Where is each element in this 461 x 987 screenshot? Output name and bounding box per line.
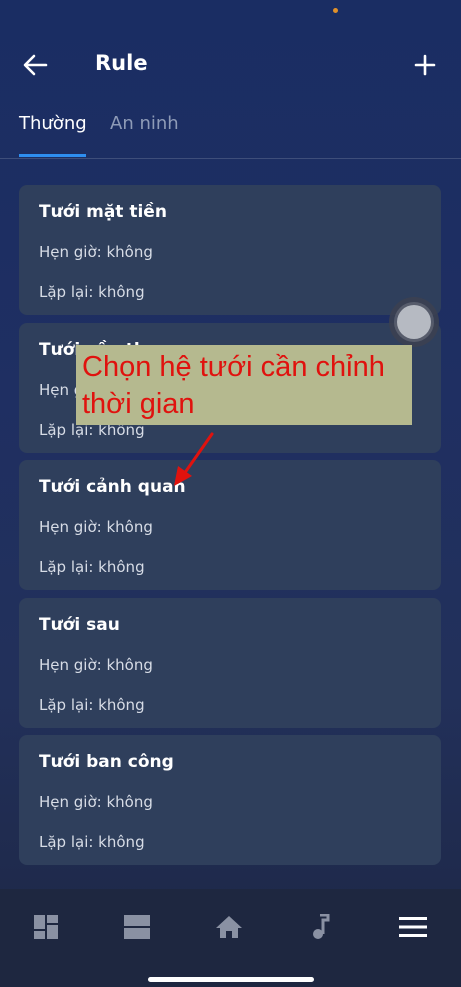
- music-note-icon: [313, 914, 330, 939]
- view-list-icon: [124, 915, 150, 939]
- nav-dashboard[interactable]: [26, 907, 66, 947]
- nav-music[interactable]: [300, 907, 340, 947]
- rule-repeat: Lặp lại: không: [39, 283, 145, 301]
- nav-home[interactable]: [209, 907, 249, 947]
- home-indicator[interactable]: [148, 977, 314, 982]
- active-tab-indicator: [19, 154, 86, 157]
- rule-timer: Hẹn giờ: không: [39, 793, 153, 811]
- annotation-arrow-icon: [174, 432, 214, 486]
- instruction-callout: Chọn hệ tưới cần chỉnh thời gian: [76, 345, 412, 425]
- tab-normal[interactable]: Thường: [19, 113, 87, 134]
- rule-timer: Hẹn giờ: không: [39, 518, 153, 536]
- nav-menu[interactable]: [393, 907, 433, 947]
- rule-card[interactable]: Tưới ban công Hẹn giờ: không Lặp lại: kh…: [19, 735, 441, 865]
- page-title: Rule: [95, 51, 148, 75]
- tab-divider: [0, 158, 461, 159]
- rule-timer: Hẹn giờ: không: [39, 243, 153, 261]
- rule-timer: Hẹn giờ: không: [39, 656, 153, 674]
- rule-card[interactable]: Tưới cảnh quan Hẹn giờ: không Lặp lại: k…: [19, 460, 441, 590]
- home-icon: [216, 916, 242, 938]
- dashboard-icon: [34, 915, 58, 939]
- rule-repeat: Lặp lại: không: [39, 558, 145, 576]
- rule-name: Tưới cảnh quan: [39, 477, 186, 497]
- tab-bar: Thường An ninh: [0, 105, 461, 161]
- menu-icon: [399, 917, 427, 937]
- plus-icon: [414, 54, 436, 76]
- status-indicator-dot: [333, 8, 338, 13]
- nav-view-list[interactable]: [117, 907, 157, 947]
- app-header: Rule: [0, 40, 461, 90]
- rule-repeat: Lặp lại: không: [39, 696, 145, 714]
- rule-repeat: Lặp lại: không: [39, 833, 145, 851]
- arrow-left-icon: [23, 54, 48, 76]
- rule-card[interactable]: Tưới mặt tiền Hẹn giờ: không Lặp lại: kh…: [19, 185, 441, 315]
- rule-name: Tưới ban công: [39, 752, 174, 772]
- tab-security[interactable]: An ninh: [110, 113, 179, 134]
- assistive-touch-button[interactable]: [389, 297, 439, 347]
- rule-name: Tưới sau: [39, 615, 120, 635]
- add-rule-button[interactable]: [408, 48, 442, 82]
- back-button[interactable]: [18, 48, 52, 82]
- rule-name: Tưới mặt tiền: [39, 202, 167, 222]
- rule-card[interactable]: Tưới sau Hẹn giờ: không Lặp lại: không: [19, 598, 441, 728]
- bottom-navigation: [0, 889, 461, 987]
- assistive-touch-icon: [397, 305, 431, 339]
